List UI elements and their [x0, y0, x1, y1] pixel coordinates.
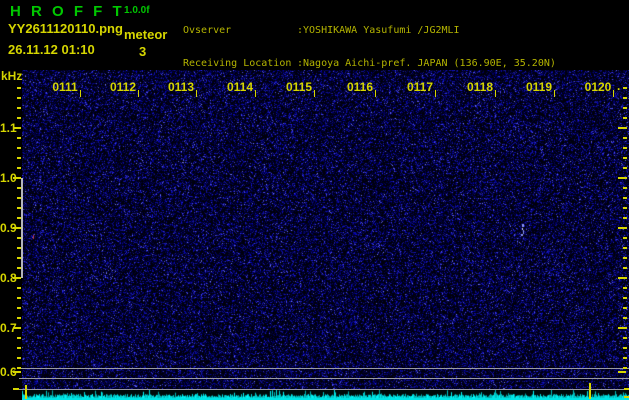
minute-tick — [196, 90, 197, 97]
time-tick-label: 0117 — [402, 80, 438, 94]
carrier-line — [19, 368, 629, 369]
minute-tick — [495, 90, 496, 97]
minute-tick — [314, 90, 315, 97]
freq-major-tick — [618, 327, 626, 329]
echo-count: 3 — [139, 44, 146, 59]
time-tick-label: 0113 — [163, 80, 199, 94]
time-tick-label: 0116 — [342, 80, 378, 94]
strip-right-tick — [624, 396, 629, 398]
freq-minor-ticks-left — [17, 87, 21, 373]
minute-tick — [435, 90, 436, 97]
hrofft-screen: H R O F F T 1.0.0f YY2611120110.png mete… — [0, 0, 629, 400]
freq-major-tick — [618, 371, 626, 373]
time-tick-label: 0115 — [281, 80, 317, 94]
station-row-location: Receiving Location:Nagoya Aichi-pref. JA… — [183, 58, 556, 69]
minute-tick — [554, 90, 555, 97]
station-value: :YOSHIKAWA Yasufumi /JG2MLI — [297, 25, 460, 36]
freq-major-tick — [13, 177, 21, 179]
strip-minute-marker — [589, 383, 591, 399]
freq-major-tick — [618, 177, 626, 179]
spectrogram-noise-canvas — [22, 70, 629, 389]
time-tick-label: 0119 — [521, 80, 557, 94]
freq-tick-label: 0.7 — [0, 321, 13, 335]
station-row-observer: Ovserver:YOSHIKAWA Yasufumi /JG2MLI — [183, 25, 556, 36]
calibration-bar — [21, 178, 23, 278]
freq-tick-label: 1.0 — [0, 171, 13, 185]
signal-strip-canvas — [22, 389, 629, 400]
minute-tick — [80, 90, 81, 97]
app-version: 1.0.0f — [124, 5, 150, 16]
freq-major-tick — [13, 371, 21, 373]
minute-tick — [138, 90, 139, 97]
freq-major-tick — [618, 277, 626, 279]
minute-tick — [375, 90, 376, 97]
output-filename: YY2611120110.png — [8, 21, 123, 36]
time-tick-label: 0114 — [222, 80, 258, 94]
strip-right-tick — [624, 388, 629, 390]
freq-axis-unit: kHz — [1, 69, 22, 83]
time-tick-label: 0118 — [462, 80, 498, 94]
minute-tick — [613, 90, 614, 97]
minute-tick — [255, 90, 256, 97]
time-tick-label: 0120 — [580, 80, 616, 94]
carrier-line — [19, 389, 629, 390]
freq-major-tick — [13, 227, 21, 229]
station-label: Receiving Location — [183, 58, 297, 69]
freq-tick-label: 0.8 — [0, 271, 13, 285]
time-axis-trailing-mark: . — [617, 79, 620, 93]
freq-tick-label: 0.6 — [0, 365, 13, 379]
frame-datetime: 26.11.12 01:10 — [8, 42, 95, 57]
carrier-line — [19, 378, 629, 379]
station-value: :Nagoya Aichi-pref. JAPAN (136.90E, 35.2… — [297, 58, 556, 69]
app-title: H R O F F T — [10, 3, 125, 20]
freq-tick-label: 1.1 — [0, 121, 13, 135]
strip-minute-marker — [25, 385, 27, 399]
station-label: Ovserver — [183, 25, 297, 36]
freq-major-tick — [13, 277, 21, 279]
freq-major-tick — [13, 127, 21, 129]
mode-label: meteor — [124, 27, 167, 42]
strip-left-tick — [13, 388, 19, 390]
freq-major-tick — [13, 327, 21, 329]
freq-major-tick — [618, 227, 626, 229]
freq-tick-label: 0.9 — [0, 221, 13, 235]
time-tick-label: 0112 — [105, 80, 141, 94]
freq-major-tick — [618, 127, 626, 129]
time-tick-label: 0111 — [47, 80, 83, 94]
freq-minor-ticks-right — [623, 87, 627, 373]
